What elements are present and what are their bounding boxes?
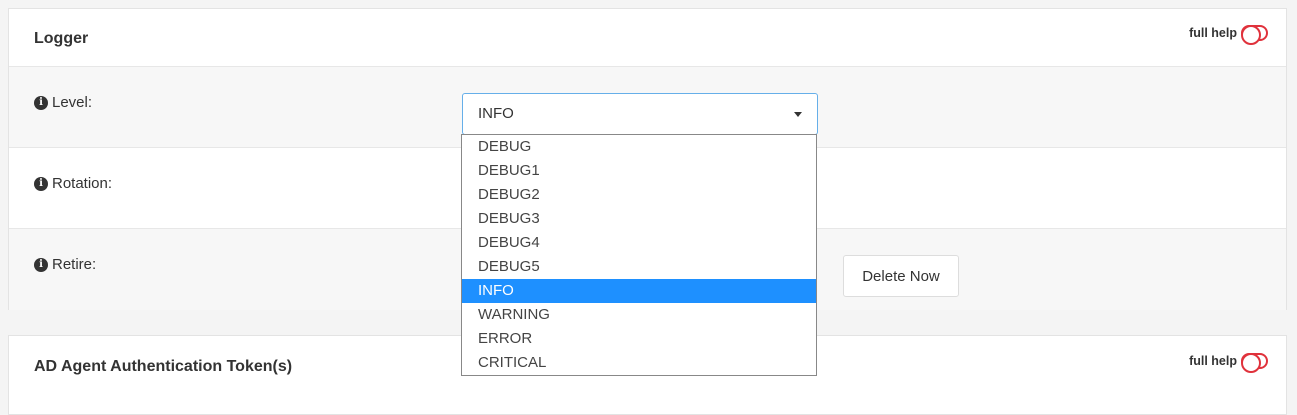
info-icon[interactable]: i [34, 95, 48, 110]
ad-panel-title: AD Agent Authentication Token(s) [34, 358, 293, 375]
logger-panel-title: Logger [34, 30, 89, 47]
info-icon[interactable]: i [34, 176, 48, 191]
rotation-label: i Rotation: [34, 175, 112, 192]
dropdown-option[interactable]: CRITICAL [462, 351, 816, 375]
toggle-off-icon[interactable] [1241, 353, 1268, 373]
level-select[interactable]: INFO [462, 93, 818, 135]
level-label: i Level: [34, 94, 92, 111]
retire-label: i Retire: [34, 256, 96, 273]
info-icon[interactable]: i [34, 257, 48, 272]
full-help-toggle[interactable]: full help [1189, 25, 1268, 45]
retire-label-text: Retire: [52, 256, 97, 273]
dropdown-option-selected[interactable]: INFO [462, 279, 816, 303]
dropdown-option[interactable]: DEBUG5 [462, 255, 816, 279]
dropdown-option[interactable]: DEBUG1 [462, 159, 816, 183]
full-help-label: full help [1189, 354, 1237, 368]
rotation-label-text: Rotation: [52, 175, 113, 192]
full-help-label: full help [1189, 26, 1237, 40]
dropdown-option[interactable]: ERROR [462, 327, 816, 351]
full-help-toggle[interactable]: full help [1189, 353, 1268, 373]
level-label-text: Level: [52, 94, 93, 111]
dropdown-option[interactable]: DEBUG2 [462, 183, 816, 207]
level-dropdown-list[interactable]: DEBUG DEBUG1 DEBUG2 DEBUG3 DEBUG4 DEBUG5… [461, 134, 817, 376]
caret-down-icon [794, 112, 802, 117]
toggle-off-icon[interactable] [1241, 25, 1268, 45]
dropdown-option[interactable]: DEBUG3 [462, 207, 816, 231]
level-select-value: INFO [478, 105, 514, 122]
dropdown-option[interactable]: DEBUG [462, 135, 816, 159]
dropdown-option[interactable]: WARNING [462, 303, 816, 327]
logger-panel-header: Logger full help [9, 9, 1286, 67]
dropdown-option[interactable]: DEBUG4 [462, 231, 816, 255]
delete-now-button[interactable]: Delete Now [843, 255, 959, 297]
